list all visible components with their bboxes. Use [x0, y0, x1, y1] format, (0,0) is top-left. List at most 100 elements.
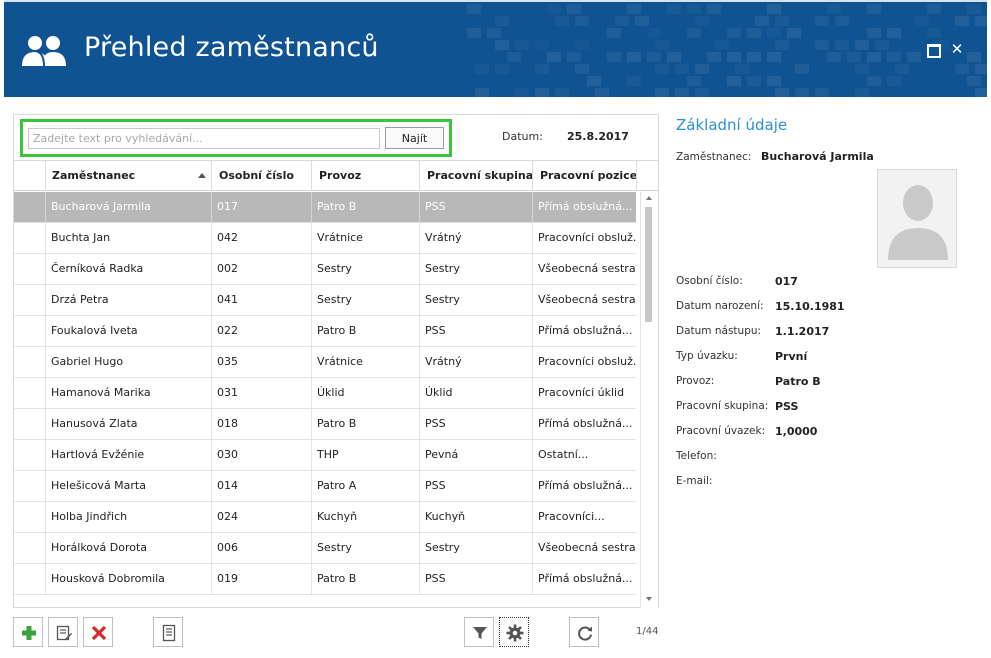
cell-work-group: Vrátný	[419, 223, 532, 253]
cell-work-position: Přímá obslužná...	[532, 471, 636, 501]
detail-value: 1.1.2017	[775, 325, 830, 338]
cell-operation: Patro B	[311, 316, 419, 346]
row-indicator	[14, 471, 45, 501]
settings-icon	[506, 624, 524, 642]
header-tile	[695, 88, 709, 97]
column-header-employee[interactable]: Zaměstnanec	[45, 161, 211, 191]
table-row[interactable]: Holba Jindřich 024 Kuchyň Kuchyň Pracovníci.…	[14, 502, 636, 533]
header-tile	[967, 76, 981, 86]
header-tile	[615, 16, 629, 26]
person-silhouette-icon	[888, 185, 948, 260]
column-header-label: Zaměstnanec	[52, 169, 136, 182]
scroll-down-icon[interactable]	[646, 597, 652, 601]
column-header-work-group[interactable]: Pracovní skupina	[419, 161, 532, 191]
detail-label: Pracovní skupina:	[676, 400, 769, 412]
column-header-work-position[interactable]: Pracovní pozice	[532, 161, 636, 191]
settings-button[interactable]	[499, 617, 529, 647]
header-tile	[855, 88, 869, 97]
header-tile	[855, 64, 869, 74]
header-tile	[967, 52, 981, 62]
details-title: Základní údaje	[676, 116, 788, 134]
table-row[interactable]: Helešicová Marta 014 Patro A PSS Přímá obslu…	[14, 471, 636, 502]
row-indicator	[14, 347, 45, 377]
close-icon[interactable]: ✕	[950, 42, 964, 57]
edit-icon	[56, 625, 72, 641]
report-icon	[162, 624, 176, 642]
scroll-thumb[interactable]	[645, 207, 652, 322]
cell-personal-number: 002	[211, 254, 311, 284]
row-indicator	[14, 533, 45, 563]
report-button[interactable]	[153, 617, 183, 647]
detail-value: PSS	[775, 400, 799, 413]
vertical-scrollbar[interactable]	[640, 192, 658, 608]
table-row[interactable]: Gabriel Hugo 035 Vrátnice Vrátný Pracovníci …	[14, 347, 636, 378]
row-indicator	[14, 409, 45, 439]
header-tile	[707, 4, 721, 14]
cell-employee: Drzá Petra	[45, 285, 211, 315]
cell-work-position: Přímá obslužná...	[532, 316, 636, 346]
header-tile	[627, 52, 641, 62]
search-button[interactable]: Najít	[385, 127, 444, 149]
filter-button[interactable]	[464, 617, 494, 647]
add-button[interactable]	[13, 617, 43, 647]
maximize-icon[interactable]	[926, 42, 941, 58]
table-row[interactable]: Hamanová Marika 031 Úklid Úklid Pracovníci ú…	[14, 378, 636, 409]
column-header-personal-number[interactable]: Osobní číslo	[211, 161, 311, 191]
cell-operation: Patro A	[311, 471, 419, 501]
header-tile	[835, 16, 849, 26]
header-tile	[575, 16, 589, 26]
header-tile	[627, 4, 641, 14]
table-row[interactable]: Hanusová Zlata 018 Patro B PSS Přímá obslužn…	[14, 409, 636, 440]
header-tile	[647, 52, 661, 62]
title-bar: Přehled zaměstnanců	[4, 0, 987, 97]
header-tile	[707, 52, 721, 62]
detail-label: Datum nástupu:	[676, 325, 762, 337]
cell-personal-number: 019	[211, 564, 311, 594]
table-row[interactable]: Hartlová Evžénie 030 THP Pevná Ostatní...	[14, 440, 636, 471]
header-tile	[555, 88, 569, 97]
cell-operation: Patro B	[311, 564, 419, 594]
header-tile	[867, 28, 881, 38]
header-tile	[635, 16, 649, 26]
table-row[interactable]: Buchta Jan 042 Vrátnice Vrátný Pracovníci ob…	[14, 223, 636, 254]
cell-work-group: Úklid	[419, 378, 532, 408]
table-row[interactable]: Černíková Radka 002 Sestry Sestry Všeobecná …	[14, 254, 636, 285]
header-tile	[747, 76, 761, 86]
header-tile	[755, 16, 769, 26]
cell-employee: Bucharová Jarmila	[45, 192, 211, 222]
cell-work-group: PSS	[419, 471, 532, 501]
cell-operation: Patro B	[311, 192, 419, 222]
search-input[interactable]	[28, 128, 380, 149]
table-row[interactable]: Horálková Dorota 006 Sestry Sestry Všeobecná…	[14, 533, 636, 564]
header-tile	[695, 64, 709, 74]
header-tile	[475, 88, 489, 97]
cell-work-group: Sestry	[419, 254, 532, 284]
grid-rows: Bucharová Jarmila 017 Patro B PSS Přímá obsl…	[14, 192, 636, 595]
detail-label: Provoz:	[676, 375, 715, 387]
header-tile	[827, 4, 841, 14]
row-indicator	[14, 254, 45, 284]
cell-employee: Horálková Dorota	[45, 533, 211, 563]
header-tile	[467, 4, 481, 14]
header-tile	[607, 52, 621, 62]
table-row[interactable]: Bucharová Jarmila 017 Patro B PSS Přímá obsl…	[14, 192, 636, 223]
header-tile	[775, 16, 789, 26]
scroll-up-icon[interactable]	[646, 196, 652, 200]
detail-value: 017	[775, 275, 798, 288]
header-tile	[727, 52, 741, 62]
cell-work-group: PSS	[419, 564, 532, 594]
employee-label: Zaměstnanec:	[676, 151, 752, 163]
column-header-operation[interactable]: Provoz	[311, 161, 419, 191]
table-row[interactable]: Housková Dobromila 019 Patro B PSS Přímá obs…	[14, 564, 636, 595]
detail-label: Typ úvazku:	[676, 350, 738, 362]
cell-work-position: Pracovníci úklid	[532, 378, 636, 408]
refresh-button[interactable]	[569, 617, 599, 647]
header-tile	[547, 4, 561, 14]
cell-operation: Úklid	[311, 378, 419, 408]
header-tile	[775, 40, 789, 50]
edit-button[interactable]	[48, 617, 78, 647]
cell-operation: THP	[311, 440, 419, 470]
table-row[interactable]: Drzá Petra 041 Sestry Sestry Všeobecná sestr…	[14, 285, 636, 316]
delete-button[interactable]	[83, 617, 113, 647]
table-row[interactable]: Foukalová Iveta 022 Patro B PSS Přímá obsluž…	[14, 316, 636, 347]
